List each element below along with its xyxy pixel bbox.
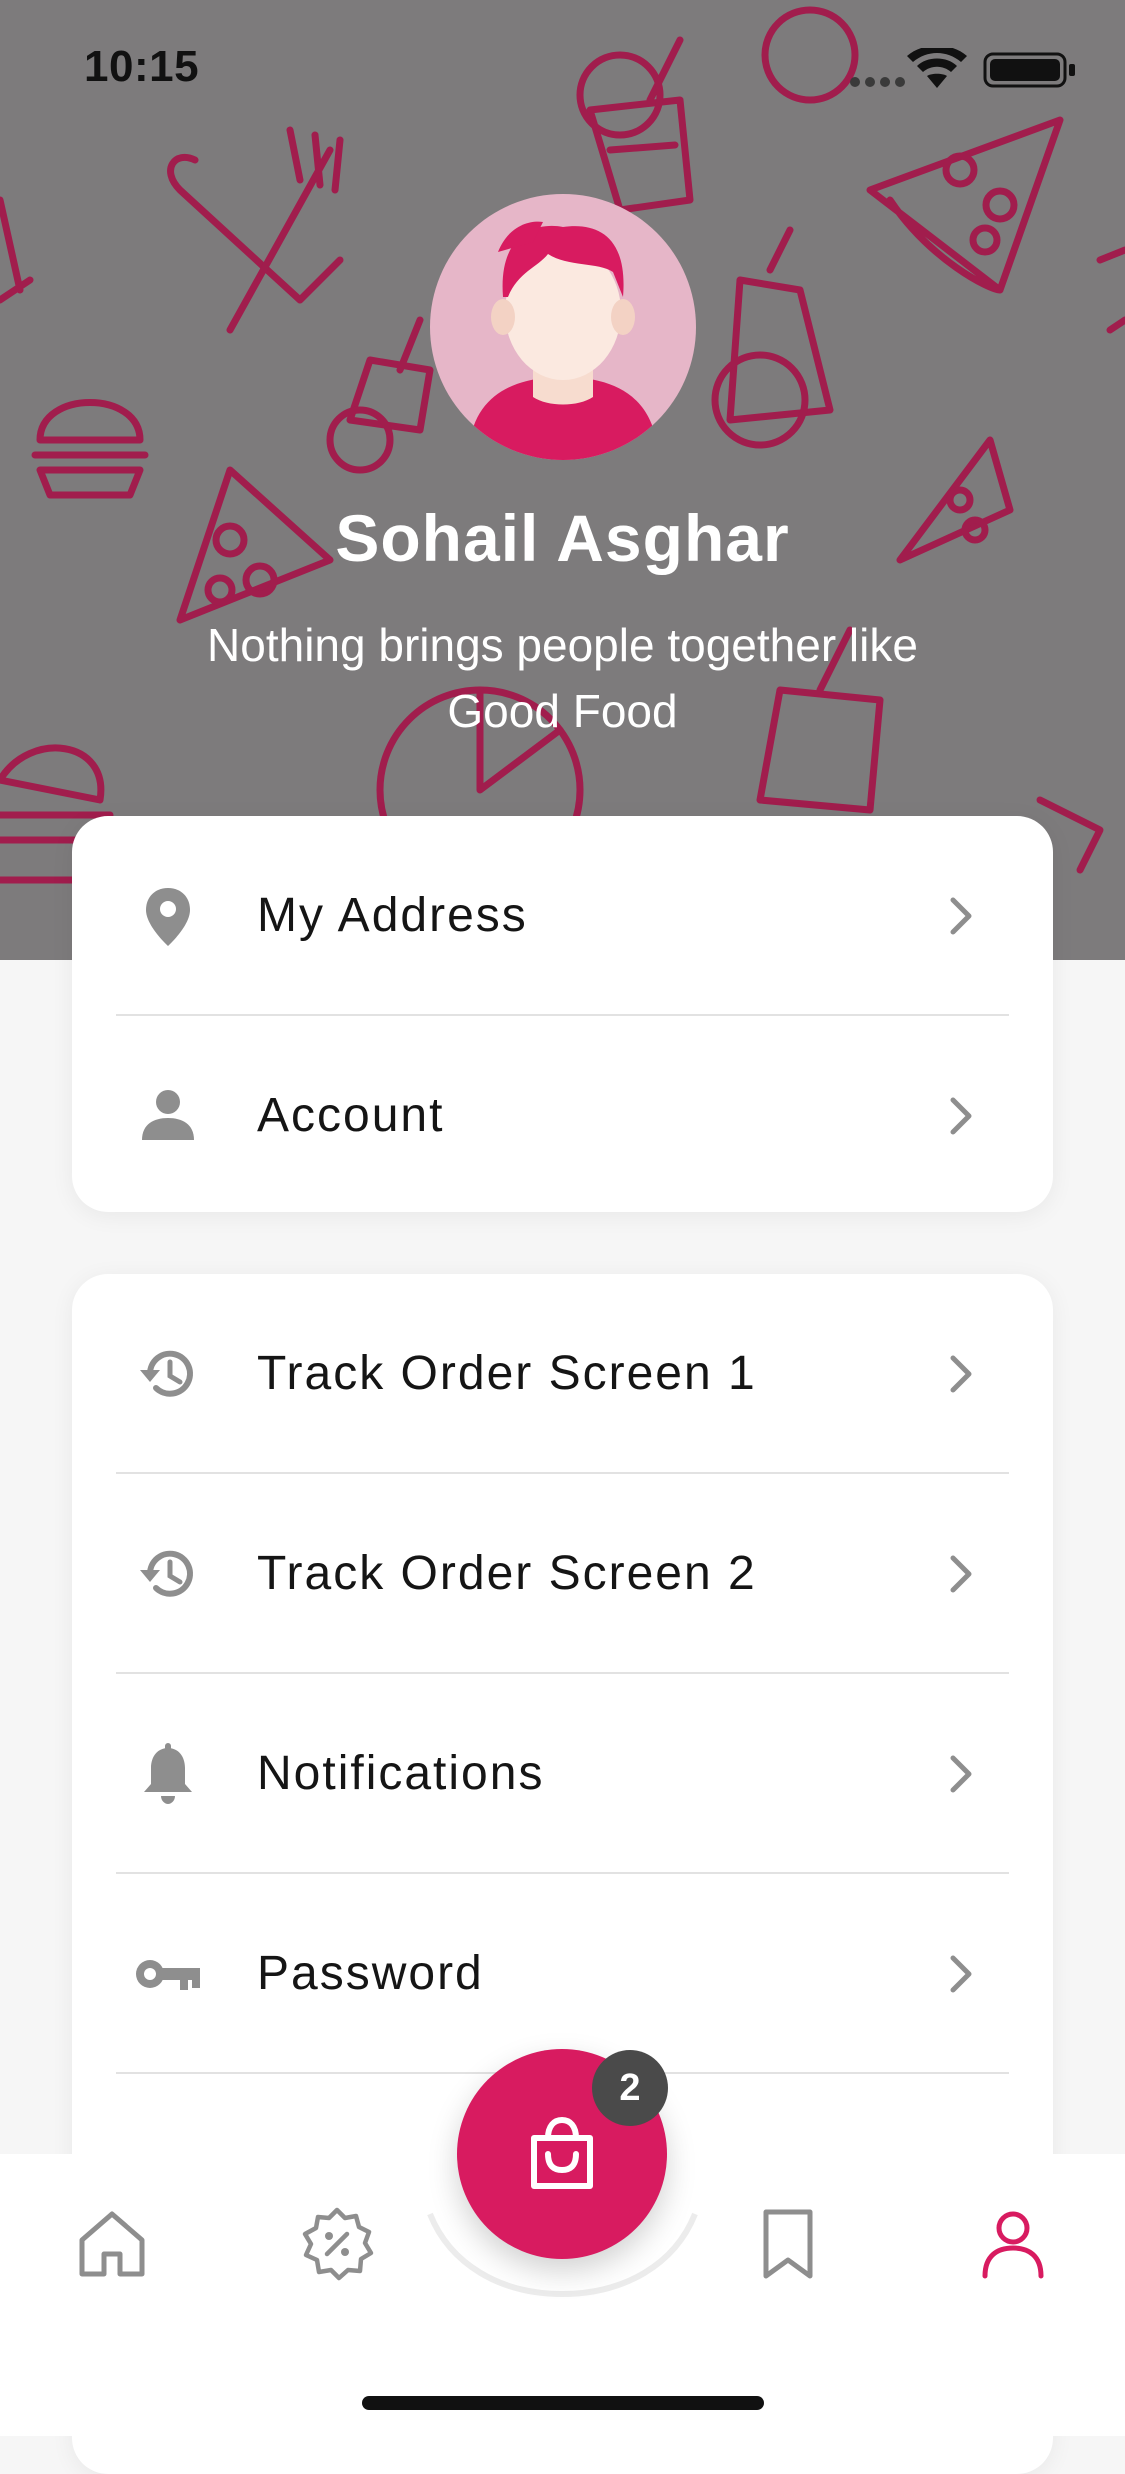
person-icon [142, 1090, 194, 1140]
menu-item-label: Password [257, 1947, 484, 2000]
menu-item-label: Track Order Screen 2 [257, 1547, 757, 1600]
chevron-right-icon [950, 897, 972, 935]
chevron-right-icon [950, 1955, 972, 1993]
menu-item-track-order-1[interactable]: Track Order Screen 1 [72, 1274, 1053, 1474]
battery-icon [983, 52, 1075, 88]
menu-item-label: Notifications [257, 1747, 545, 1800]
chevron-right-icon [950, 1555, 972, 1593]
account-menu-card: My Address Account [72, 816, 1053, 1212]
status-icons [850, 48, 1075, 88]
menu-item-track-order-2[interactable]: Track Order Screen 2 [72, 1474, 1053, 1674]
chevron-right-icon [950, 1097, 972, 1135]
wifi-icon [907, 48, 967, 88]
chevron-right-icon [950, 1355, 972, 1393]
location-pin-icon [146, 888, 190, 946]
history-icon [140, 1550, 193, 1597]
profile-tagline: Nothing brings people together like Good… [207, 619, 918, 737]
menu-item-label: Track Order Screen 1 [257, 1347, 757, 1400]
menu-item-password[interactable]: Password [72, 1874, 1053, 2074]
home-icon[interactable] [72, 2204, 152, 2284]
key-icon [136, 1960, 200, 1990]
bell-icon [144, 1743, 192, 1804]
status-bar: 10:15 [0, 0, 1125, 140]
shopping-bag-icon [531, 2116, 593, 2189]
home-indicator[interactable] [362, 2396, 764, 2410]
chevron-right-icon [950, 1755, 972, 1793]
profile-icon[interactable] [973, 2204, 1053, 2284]
profile-name: Sohail Asghar [335, 501, 790, 575]
menu-item-my-address[interactable]: My Address [72, 816, 1053, 1016]
discount-icon[interactable] [297, 2204, 377, 2284]
menu-item-account[interactable]: Account [72, 1016, 1053, 1216]
bookmark-icon[interactable] [748, 2204, 828, 2284]
cart-count-badge: 2 [592, 2050, 668, 2126]
avatar[interactable] [428, 192, 698, 462]
status-time: 10:15 [84, 42, 200, 91]
menu-item-label: My Address [257, 889, 528, 942]
history-icon [140, 1350, 193, 1397]
signal-icon [850, 77, 905, 87]
menu-item-notifications[interactable]: Notifications [72, 1674, 1053, 1874]
menu-item-label: Account [257, 1089, 445, 1142]
